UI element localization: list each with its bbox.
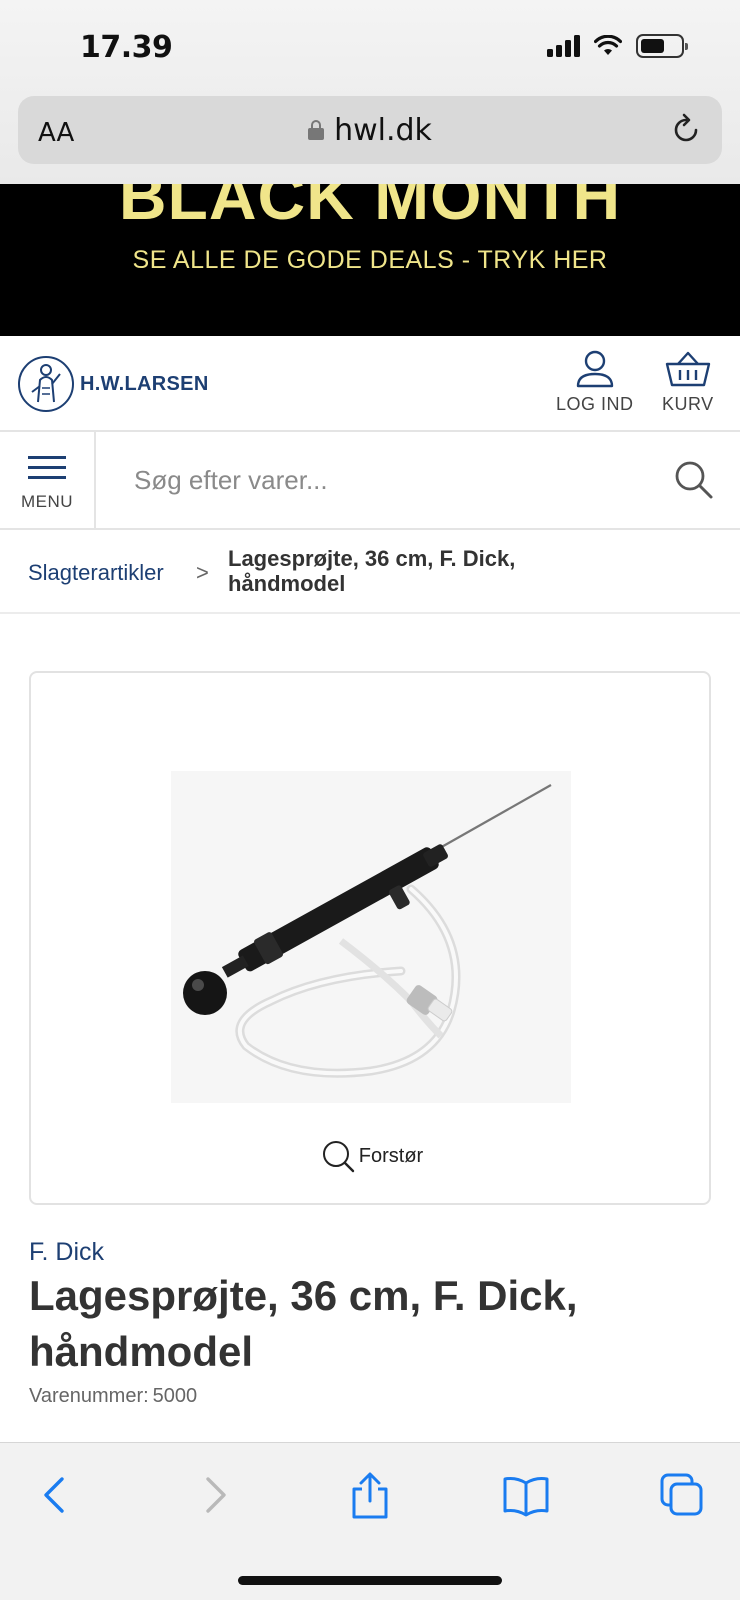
zoom-label: Forstør: [358, 1144, 424, 1167]
product-sku: Varenummer: 5000: [29, 1385, 197, 1408]
product-brand-link[interactable]: F. Dick: [29, 1238, 104, 1267]
url-text: hwl.dk: [334, 112, 432, 148]
reload-icon[interactable]: [668, 112, 704, 148]
url-display[interactable]: hwl.dk: [308, 113, 432, 148]
promo-banner[interactable]: BLACK MONTH SE ALLE DE GODE DEALS - TRYK…: [0, 184, 740, 336]
battery-icon: [636, 34, 688, 58]
text-size-label: AA: [38, 118, 75, 148]
magnifier-icon: [322, 1141, 354, 1173]
menu-label: MENU: [20, 491, 74, 511]
user-icon: [576, 350, 613, 388]
zoom-button[interactable]: Forstør: [31, 1139, 713, 1173]
banner-title: BLACK MONTH: [118, 184, 622, 233]
home-indicator[interactable]: [238, 1576, 502, 1585]
tabs-icon[interactable]: [658, 1471, 706, 1519]
site-header: H.W.LARSEN LOG IND KURV: [0, 336, 740, 432]
search-row: MENU: [0, 432, 740, 530]
hamburger-icon: [28, 449, 66, 486]
menu-button[interactable]: MENU: [0, 432, 96, 528]
search-input[interactable]: [134, 460, 654, 500]
logo-text: H.W.LARSEN: [80, 372, 209, 395]
site-logo[interactable]: H.W.LARSEN: [18, 356, 209, 412]
cart-button[interactable]: KURV: [662, 350, 714, 415]
logo-emblem-icon: [18, 356, 74, 412]
product-image[interactable]: [171, 771, 571, 1103]
status-icons: [547, 34, 688, 58]
product-title: Lagesprøjte, 36 cm, F. Dick, håndmodel: [29, 1272, 578, 1375]
cart-label: KURV: [662, 394, 714, 414]
browser-chrome-top: 17.39 AA hwl.dk: [0, 0, 740, 184]
back-icon[interactable]: [32, 1471, 80, 1519]
cellular-signal-icon: [547, 35, 580, 57]
sku-label: Varenummer:: [29, 1385, 149, 1407]
basket-icon: [665, 351, 711, 387]
login-label: LOG IND: [556, 394, 634, 414]
breadcrumb-separator: >: [196, 560, 209, 585]
wifi-icon: [594, 35, 622, 55]
bookmarks-icon[interactable]: [502, 1471, 550, 1519]
banner-subtitle[interactable]: SE ALLE DE GODE DEALS - TRYK HER: [0, 246, 740, 275]
breadcrumb-current: Lagesprøjte, 36 cm, F. Dick, håndmodel: [228, 546, 516, 596]
breadcrumb: Slagterartikler > Lagesprøjte, 36 cm, F.…: [0, 530, 740, 614]
address-bar[interactable]: AA hwl.dk: [18, 96, 722, 164]
text-size-button[interactable]: AA: [38, 118, 74, 148]
status-time: 17.39: [80, 30, 173, 65]
search-icon[interactable]: [674, 460, 714, 500]
share-icon[interactable]: [346, 1471, 394, 1519]
sku-value: 5000: [152, 1385, 198, 1407]
login-button[interactable]: LOG IND: [556, 350, 634, 415]
lock-icon: [308, 120, 325, 140]
product-image-card[interactable]: Forstør: [29, 671, 711, 1205]
breadcrumb-parent-link[interactable]: Slagterartikler: [28, 560, 164, 586]
forward-icon[interactable]: [190, 1471, 238, 1519]
